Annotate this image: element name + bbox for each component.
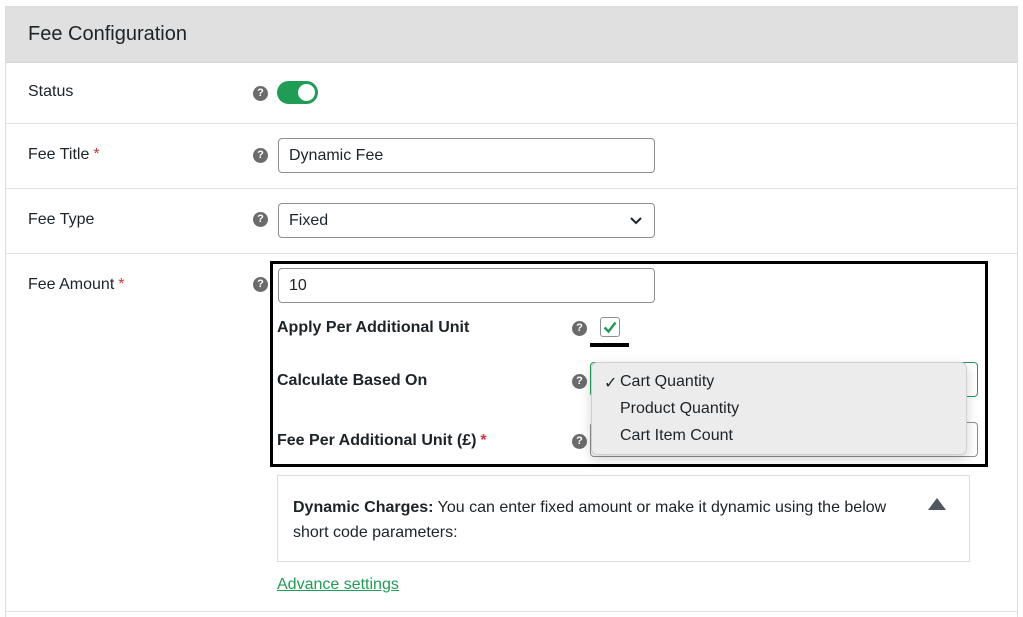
- dropdown-option-cart-quantity[interactable]: Cart Quantity: [620, 373, 714, 391]
- apply-per-unit-checkbox[interactable]: [600, 317, 620, 337]
- fee-type-label: Fee Type: [28, 211, 95, 228]
- triangle-up-icon[interactable]: [928, 498, 946, 510]
- status-toggle[interactable]: [277, 81, 318, 104]
- fee-title-label: Fee Title *: [28, 146, 100, 163]
- question-circle-icon[interactable]: ?: [253, 277, 268, 292]
- question-circle-icon[interactable]: ?: [572, 321, 587, 336]
- question-circle-icon[interactable]: ?: [253, 86, 268, 101]
- calculate-based-on-label: Calculate Based On: [277, 372, 428, 389]
- underline-mark: [590, 343, 629, 347]
- fee-amount-label: Fee Amount *: [28, 276, 125, 293]
- required-marker: *: [480, 432, 487, 449]
- calculate-based-on-dropdown: ✓ Cart Quantity Product Quantity Cart It…: [591, 362, 967, 455]
- notice-text: Dynamic Charges: You can enter fixed amo…: [293, 495, 893, 545]
- selected-check-icon: ✓: [604, 375, 618, 392]
- chevron-down-icon: [630, 217, 642, 225]
- toggle-knob: [298, 84, 315, 101]
- advance-settings-link[interactable]: Advance settings: [277, 576, 399, 594]
- fee-title-input[interactable]: Dynamic Fee: [278, 138, 655, 173]
- dynamic-charges-notice: Dynamic Charges: You can enter fixed amo…: [277, 475, 970, 562]
- fee-per-unit-label: Fee Per Additional Unit (£) *: [277, 432, 487, 449]
- fee-type-value: Fixed: [289, 211, 329, 229]
- required-marker: *: [93, 146, 100, 163]
- apply-per-unit-label: Apply Per Additional Unit: [277, 319, 470, 336]
- question-circle-icon[interactable]: ?: [253, 212, 268, 227]
- checkmark-icon: [603, 321, 617, 334]
- question-circle-icon[interactable]: ?: [253, 148, 268, 163]
- notice-strong: Dynamic Charges:: [293, 499, 434, 516]
- fee-type-select[interactable]: Fixed: [278, 203, 655, 238]
- question-circle-icon[interactable]: ?: [572, 434, 587, 449]
- dropdown-option-cart-item-count[interactable]: Cart Item Count: [620, 427, 733, 445]
- required-marker: *: [118, 276, 125, 293]
- dropdown-option-product-quantity[interactable]: Product Quantity: [620, 400, 739, 418]
- panel-title: Fee Configuration: [6, 7, 1017, 63]
- status-row: Status: [6, 63, 1017, 124]
- question-circle-icon[interactable]: ?: [572, 374, 587, 389]
- status-label: Status: [28, 83, 74, 100]
